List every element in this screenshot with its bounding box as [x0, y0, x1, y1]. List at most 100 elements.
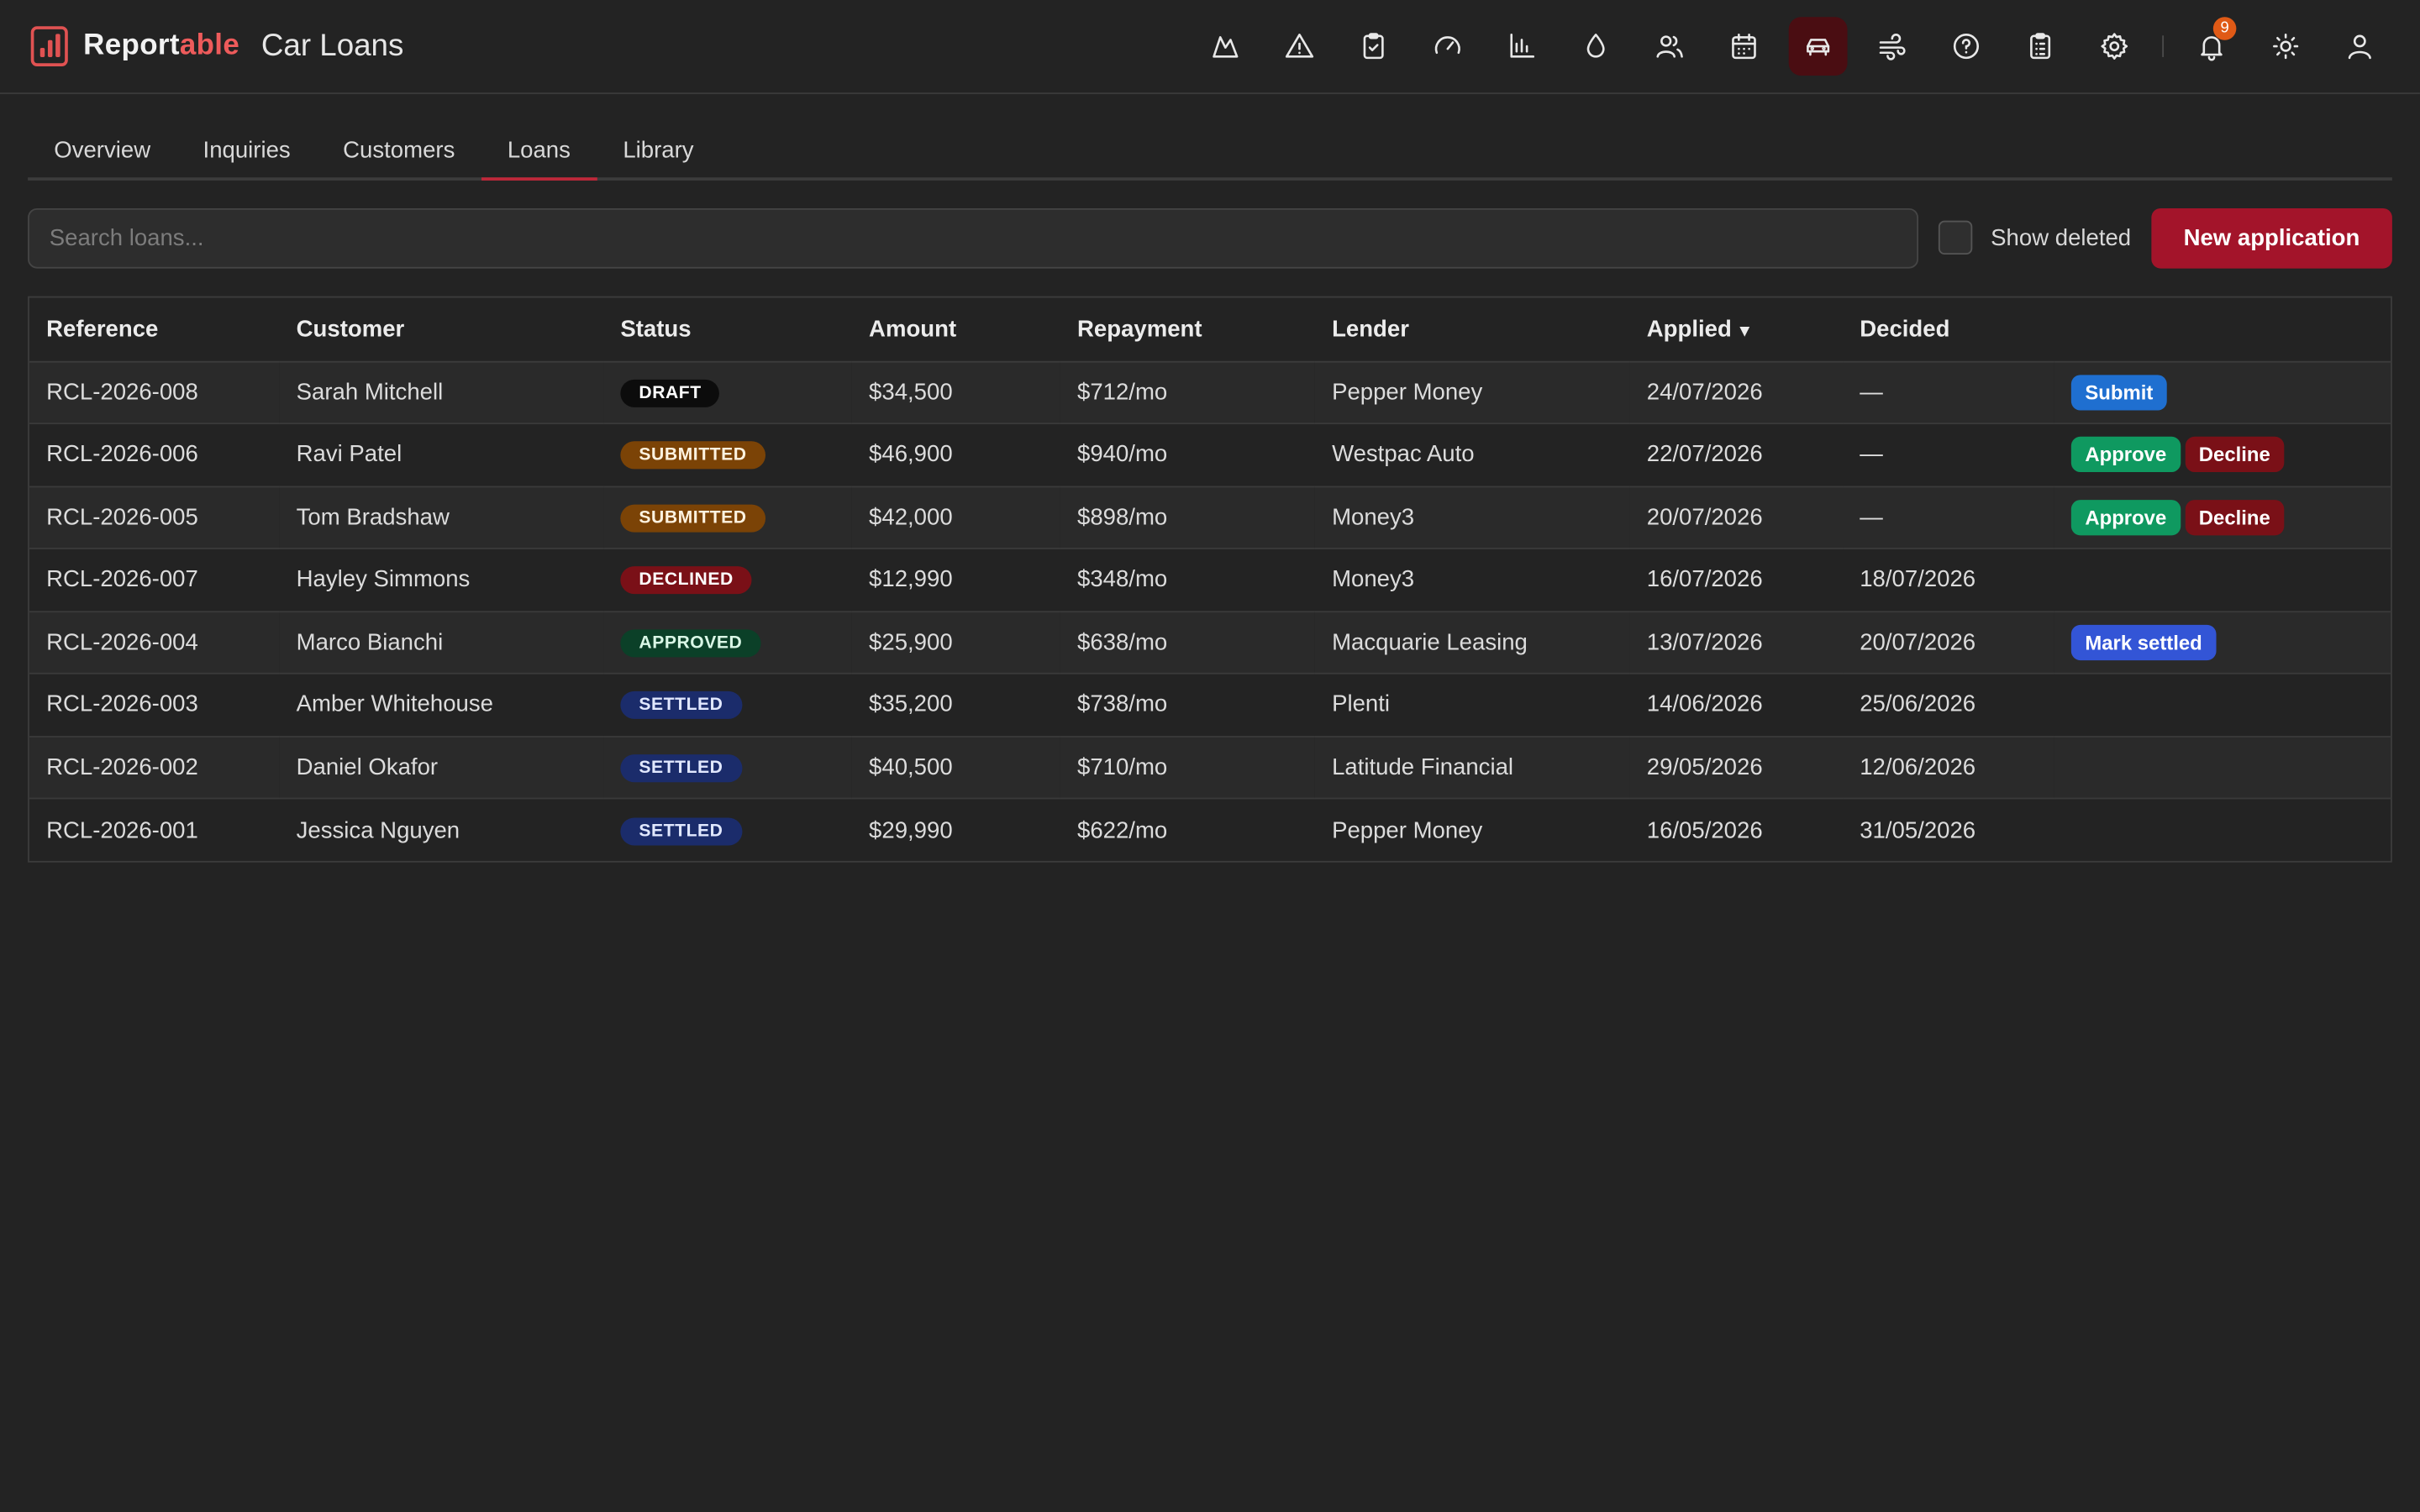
cell-lender: Plenti: [1314, 673, 1630, 738]
col-status[interactable]: Status: [603, 297, 852, 362]
approve-button[interactable]: Approve: [2070, 499, 2181, 535]
module-nav: 9: [1196, 17, 2389, 76]
tab-overview[interactable]: Overview: [28, 122, 176, 177]
cell-reference: RCL-2026-008: [29, 360, 280, 425]
table-row[interactable]: RCL-2026-004 Marco Bianchi APPROVED $25,…: [29, 611, 2391, 675]
col-reference[interactable]: Reference: [29, 297, 280, 362]
table-header-row: Reference Customer Status Amount Repayme…: [29, 297, 2391, 362]
cell-applied: 29/05/2026: [1629, 736, 1844, 800]
table-row[interactable]: RCL-2026-001 Jessica Nguyen SETTLED $29,…: [29, 798, 2391, 860]
cell-applied: 24/07/2026: [1629, 360, 1844, 425]
mark-settled-button[interactable]: Mark settled: [2070, 624, 2217, 660]
decline-button[interactable]: Decline: [2185, 499, 2285, 535]
cell-amount: $34,500: [851, 360, 1060, 425]
col-amount[interactable]: Amount: [851, 297, 1060, 362]
sort-desc-icon: ▼: [1736, 322, 1754, 341]
help-icon[interactable]: [1937, 17, 1996, 76]
cell-amount: $35,200: [851, 673, 1060, 738]
section-tabs: Overview Inquiries Customers Loans Libra…: [28, 122, 2392, 181]
tab-inquiries[interactable]: Inquiries: [176, 122, 317, 177]
calendar-icon[interactable]: [1715, 17, 1774, 76]
col-actions: [2054, 297, 2391, 362]
cell-customer: Hayley Simmons: [279, 548, 604, 612]
status-badge: DECLINED: [620, 566, 752, 595]
sun-icon[interactable]: [2256, 17, 2315, 76]
col-customer[interactable]: Customer: [279, 297, 604, 362]
cell-customer: Ravi Patel: [279, 423, 604, 487]
table-row[interactable]: RCL-2026-003 Amber Whitehouse SETTLED $3…: [29, 673, 2391, 738]
col-applied[interactable]: Applied ▼: [1629, 297, 1844, 362]
cell-repayment: $712/mo: [1060, 360, 1315, 425]
approve-button[interactable]: Approve: [2070, 437, 2181, 473]
mountain-icon[interactable]: [1196, 17, 1255, 76]
loans-toolbar: Show deleted New application: [28, 207, 2392, 268]
table-row[interactable]: RCL-2026-007 Hayley Simmons DECLINED $12…: [29, 548, 2391, 612]
status-badge: SETTLED: [620, 753, 742, 782]
col-decided[interactable]: Decided: [1843, 297, 2054, 362]
cell-lender: Westpac Auto: [1314, 423, 1630, 487]
decline-button[interactable]: Decline: [2185, 437, 2285, 473]
table-row[interactable]: RCL-2026-002 Daniel Okafor SETTLED $40,5…: [29, 736, 2391, 800]
bell-icon[interactable]: 9: [2182, 17, 2241, 76]
cell-decided: 18/07/2026: [1843, 548, 2054, 612]
clipboard-list-icon[interactable]: [2011, 17, 2070, 76]
col-repayment[interactable]: Repayment: [1060, 297, 1315, 362]
cell-decided: 20/07/2026: [1843, 611, 2054, 675]
user-icon[interactable]: [2330, 17, 2389, 76]
table-row[interactable]: RCL-2026-006 Ravi Patel SUBMITTED $46,90…: [29, 423, 2391, 487]
col-lender[interactable]: Lender: [1314, 297, 1630, 362]
cell-applied: 16/05/2026: [1646, 816, 1763, 843]
cell-repayment: $348/mo: [1060, 548, 1315, 612]
cell-decided: —: [1843, 360, 2054, 425]
cell-repayment: $738/mo: [1060, 673, 1315, 738]
top-bar: Reportable Car Loans 9: [0, 0, 2420, 95]
search-input[interactable]: [28, 207, 1918, 268]
notification-count-badge: 9: [2212, 17, 2237, 40]
bar-chart-icon[interactable]: [1492, 17, 1551, 76]
cell-reference: RCL-2026-002: [29, 736, 280, 800]
cell-lender: Pepper Money: [1332, 816, 1483, 843]
cell-applied: 14/06/2026: [1629, 673, 1844, 738]
warning-icon[interactable]: [1270, 17, 1329, 76]
droplet-icon[interactable]: [1566, 17, 1625, 76]
table-row[interactable]: RCL-2026-008 Sarah Mitchell DRAFT $34,50…: [29, 360, 2391, 425]
cell-reference: RCL-2026-007: [29, 548, 280, 612]
gear-icon[interactable]: [2085, 17, 2144, 76]
cell-lender: Latitude Financial: [1314, 736, 1630, 800]
app-root: Reportable Car Loans 9 Overview Inquirie…: [0, 0, 2420, 1512]
cell-reference: RCL-2026-004: [29, 611, 280, 675]
cell-amount: $46,900: [851, 423, 1060, 487]
cell-reference: RCL-2026-005: [29, 486, 280, 549]
clipboard-check-icon[interactable]: [1344, 17, 1403, 76]
cell-decided: 12/06/2026: [1843, 736, 2054, 800]
cell-repayment: $622/mo: [1077, 816, 1168, 843]
status-badge: SETTLED: [620, 691, 742, 720]
show-deleted-checkbox[interactable]: [1938, 220, 1973, 255]
cell-applied: 22/07/2026: [1629, 423, 1844, 487]
tab-loans[interactable]: Loans: [481, 122, 597, 181]
tab-library[interactable]: Library: [597, 122, 720, 177]
brand[interactable]: Reportable Car Loans: [30, 26, 403, 66]
cell-decided: 25/06/2026: [1843, 673, 2054, 738]
new-application-button[interactable]: New application: [2151, 207, 2392, 268]
cell-customer: Jessica Nguyen: [296, 816, 460, 843]
car-icon[interactable]: [1788, 17, 1848, 76]
cell-amount: $25,900: [851, 611, 1060, 675]
cell-reference: RCL-2026-001: [46, 816, 198, 843]
wind-icon[interactable]: [1863, 17, 1922, 76]
cell-decided: 31/05/2026: [1860, 816, 1976, 843]
users-icon[interactable]: [1640, 17, 1699, 76]
cell-repayment: $940/mo: [1060, 423, 1315, 487]
tab-customers[interactable]: Customers: [317, 122, 481, 177]
cell-applied: 13/07/2026: [1629, 611, 1844, 675]
status-badge: SUBMITTED: [620, 441, 765, 470]
cell-decided: —: [1843, 423, 2054, 487]
submit-button[interactable]: Submit: [2070, 374, 2167, 411]
table-row[interactable]: RCL-2026-005 Tom Bradshaw SUBMITTED $42,…: [29, 486, 2391, 549]
cell-reference: RCL-2026-006: [29, 423, 280, 487]
gauge-icon[interactable]: [1418, 17, 1477, 76]
status-badge: SUBMITTED: [620, 504, 765, 533]
show-deleted-toggle[interactable]: Show deleted: [1938, 220, 2131, 255]
nav-separator: [2162, 35, 2165, 57]
cell-customer: Daniel Okafor: [279, 736, 604, 800]
